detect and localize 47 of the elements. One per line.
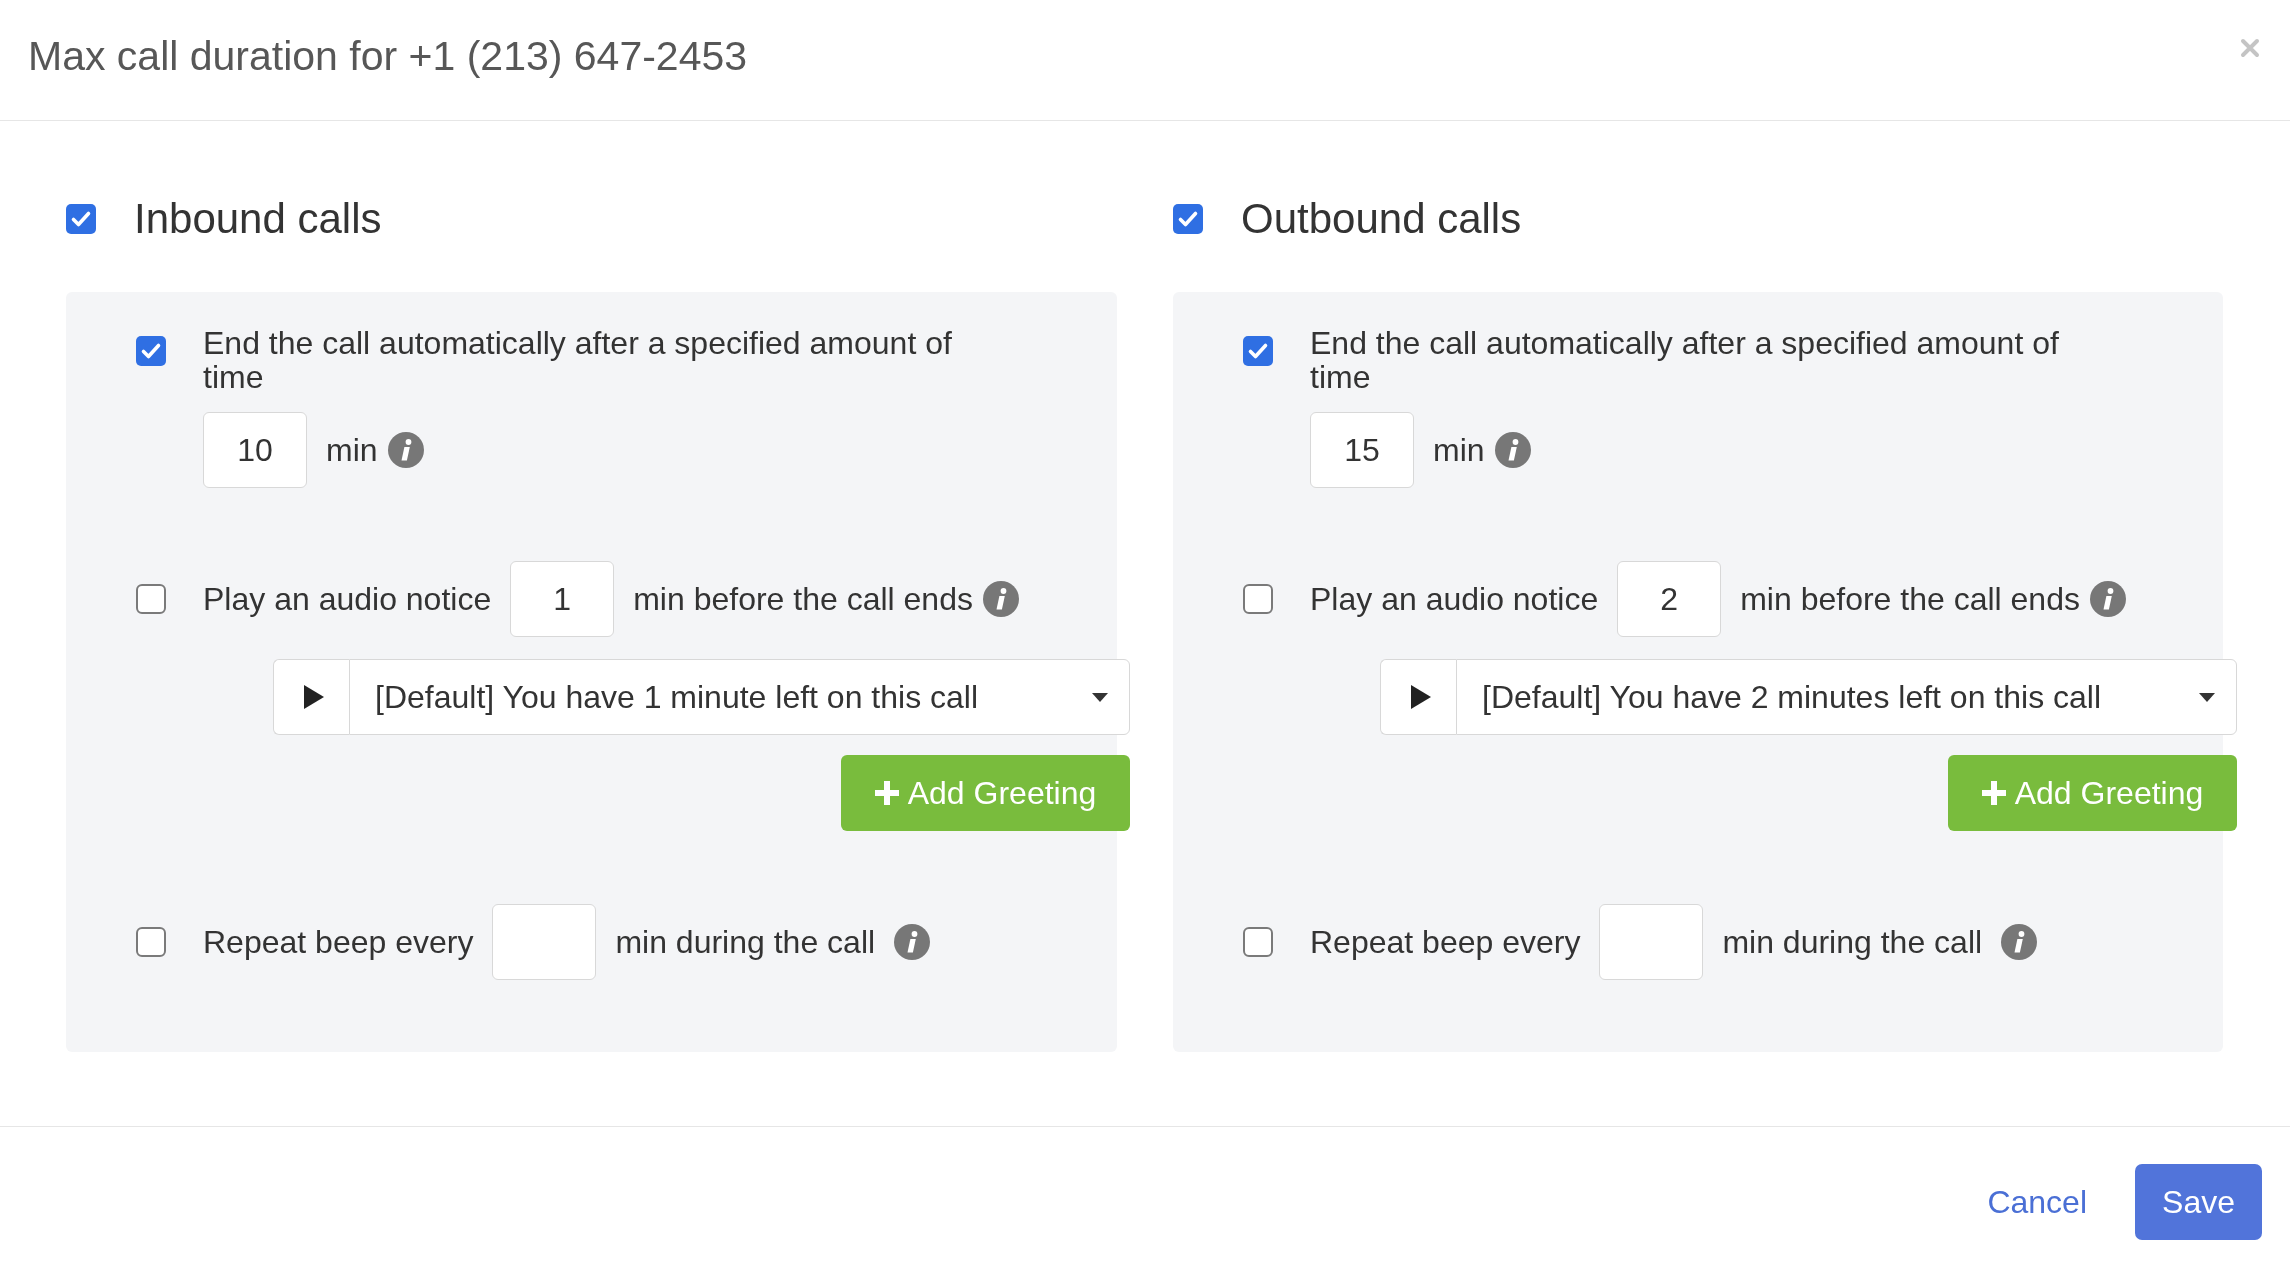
minutes-input[interactable] (492, 904, 597, 980)
checkbox[interactable] (1243, 584, 1273, 614)
dialog-title: Max call duration for +1 (213) 647-2453 (28, 32, 748, 82)
info-icon[interactable] (1494, 432, 1531, 468)
option-label: Play an audio notice (1310, 582, 1599, 616)
unit-label: min (326, 433, 378, 467)
unit-label: min (1433, 433, 1485, 467)
checkbox[interactable] (136, 927, 166, 957)
section-title: Inbound calls (134, 193, 382, 244)
save-button[interactable]: Save (2135, 1164, 2262, 1240)
minutes-input[interactable]: 10 (203, 412, 307, 488)
info-icon[interactable] (2001, 924, 2038, 960)
play-icon (303, 685, 324, 709)
checkbox[interactable] (1243, 336, 1273, 366)
option-label: Repeat beep every (1310, 925, 1581, 959)
option-label: min during the call (1722, 925, 1983, 959)
minutes-input[interactable]: 1 (510, 561, 615, 637)
play-icon (1410, 685, 1431, 709)
checkbox[interactable] (1173, 204, 1203, 234)
caret-icon (1092, 692, 1108, 702)
plus-icon (1981, 781, 2006, 805)
option-label: min during the call (615, 925, 876, 959)
checkbox[interactable] (66, 204, 96, 234)
checkbox[interactable] (1243, 927, 1273, 957)
minutes-input[interactable] (1599, 904, 1704, 980)
cancel-link[interactable]: Cancel (1987, 1183, 2087, 1221)
info-icon[interactable] (387, 432, 424, 468)
minutes-input[interactable]: 15 (1310, 412, 1414, 488)
option-label: End the call automatically after a specified amount of time (203, 326, 953, 394)
info-icon[interactable] (2089, 581, 2126, 617)
play-button[interactable] (1380, 659, 1456, 735)
play-button[interactable] (273, 659, 349, 735)
info-icon[interactable] (894, 924, 931, 960)
greeting-select[interactable]: [Default] You have 1 minute left on this call (349, 659, 1130, 735)
info-icon[interactable] (982, 581, 1019, 617)
caret-icon (2199, 692, 2215, 702)
option-label: Play an audio notice (203, 582, 492, 616)
checkbox[interactable] (136, 584, 166, 614)
option-label: min before the call ends (633, 582, 973, 616)
option-label: min before the call ends (1740, 582, 2080, 616)
option-label: End the call automatically after a specified amount of time (1310, 326, 2060, 394)
option-label: Repeat beep every (203, 925, 474, 959)
section-title: Outbound calls (1241, 193, 1522, 244)
minutes-input[interactable]: 2 (1617, 561, 1722, 637)
greeting-select[interactable]: [Default] You have 2 minutes left on this call (1456, 659, 2237, 735)
plus-icon (874, 781, 899, 805)
checkbox[interactable] (136, 336, 166, 366)
